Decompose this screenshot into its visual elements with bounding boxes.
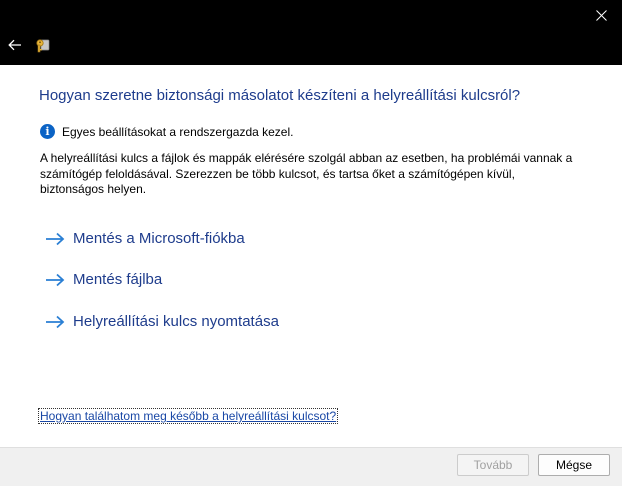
dialog-content: Hogyan szeretne biztonsági másolatot kés… [0, 65, 622, 447]
page-title: Hogyan szeretne biztonsági másolatot kés… [39, 87, 521, 104]
option-label: Helyreállítási kulcs nyomtatása [73, 313, 279, 330]
close-icon [595, 9, 607, 21]
arrow-right-icon [46, 273, 65, 286]
description-text: A helyreállítási kulcs a fájlok és mappá… [40, 151, 573, 196]
option-label: Mentés a Microsoft-fiókba [73, 230, 245, 247]
back-button[interactable] [4, 34, 26, 56]
option-label: Mentés fájlba [73, 271, 163, 288]
info-icon: i [40, 124, 55, 139]
key-recovery-icon [36, 39, 50, 53]
close-button[interactable] [586, 2, 616, 28]
option-print-recovery-key[interactable]: Helyreállítási kulcs nyomtatása [45, 313, 279, 330]
cancel-button[interactable]: Mégse [538, 454, 610, 476]
arrow-right-icon [46, 315, 65, 328]
option-save-to-file[interactable]: Mentés fájlba [45, 271, 162, 288]
arrow-right-icon [46, 232, 65, 245]
next-button[interactable]: Tovább [457, 454, 529, 476]
admin-info-row: i Egyes beállításokat a rendszergazda ke… [40, 124, 293, 139]
admin-info-text: Egyes beállításokat a rendszergazda keze… [62, 124, 294, 139]
dialog-footer: Tovább Mégse [0, 447, 622, 486]
title-bar [0, 0, 622, 65]
option-save-to-microsoft-account[interactable]: Mentés a Microsoft-fiókba [45, 230, 245, 247]
back-arrow-icon [8, 39, 21, 51]
help-link-find-key-later[interactable]: Hogyan találhatom meg később a helyreáll… [37, 408, 339, 424]
